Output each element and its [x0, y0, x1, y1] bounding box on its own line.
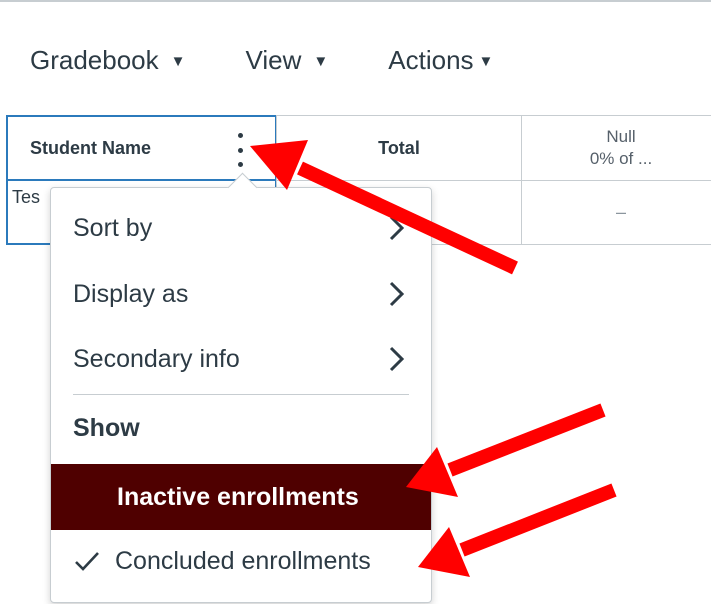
menu-item-display-as[interactable]: Display as — [51, 268, 431, 320]
caret-down-icon: ▼ — [478, 52, 494, 70]
chevron-right-icon — [389, 215, 405, 241]
caret-down-icon: ▼ — [313, 52, 329, 70]
caret-down-icon: ▼ — [170, 52, 186, 70]
menu-option-concluded-enrollments[interactable]: Concluded enrollments — [51, 535, 431, 587]
actions-menu-button[interactable]: Actions ▼ — [388, 45, 493, 76]
gradebook-toolbar: Gradebook ▼ View ▼ Actions ▼ — [30, 40, 493, 80]
gradebook-menu-label: Gradebook — [30, 44, 159, 75]
column-header-label: Student Name — [30, 137, 152, 158]
column-header-student-name[interactable]: Student Name — [6, 115, 277, 181]
student-name-options-menu: Sort by Display as Secondary info Show I… — [50, 172, 432, 603]
checkmark-icon — [75, 552, 99, 571]
menu-item-sort-by[interactable]: Sort by — [51, 202, 431, 254]
menu-item-secondary-info[interactable]: Secondary info — [51, 333, 431, 385]
menu-separator — [73, 394, 409, 395]
student-name: Tes — [12, 187, 41, 207]
column-header-label: Null — [606, 127, 636, 146]
actions-menu-label: Actions — [388, 44, 474, 75]
menu-group-label-show: Show — [73, 413, 140, 442]
menu-option-label: Concluded enrollments — [115, 546, 371, 575]
view-menu-button[interactable]: View ▼ — [246, 45, 329, 76]
column-header-null[interactable]: Null 0% of ... — [521, 115, 711, 181]
menu-option-inactive-enrollments[interactable]: Inactive enrollments — [51, 464, 431, 530]
column-header-label: Total — [378, 137, 420, 158]
column-header-sublabel: 0% of ... — [589, 149, 653, 168]
null-assignment-value: – — [615, 202, 626, 222]
null-assignment-cell[interactable]: – — [521, 180, 711, 245]
column-options-kebab-icon[interactable] — [232, 133, 248, 167]
menu-item-label: Display as — [73, 279, 189, 308]
annotation-arrow-inactive — [406, 403, 606, 497]
gradebook-menu-button[interactable]: Gradebook ▼ — [30, 45, 186, 76]
menu-option-label: Inactive enrollments — [117, 482, 359, 511]
annotation-arrow-concluded — [418, 483, 617, 577]
menu-item-label: Secondary info — [73, 344, 240, 373]
chevron-right-icon — [389, 281, 405, 307]
chevron-right-icon — [389, 346, 405, 372]
view-menu-label: View — [245, 44, 302, 75]
top-divider — [0, 0, 711, 2]
menu-item-label: Sort by — [73, 213, 153, 242]
column-header-total[interactable]: Total — [276, 115, 522, 181]
